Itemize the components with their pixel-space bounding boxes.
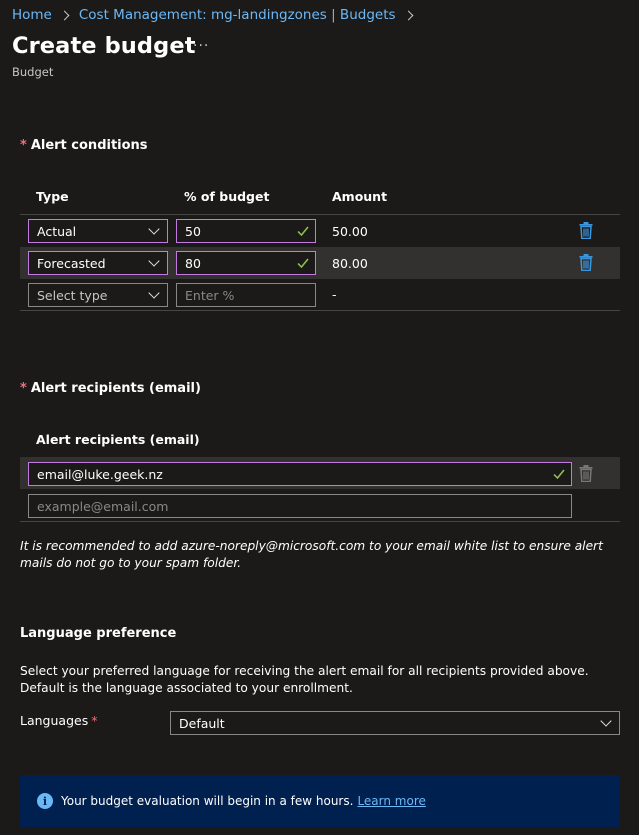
info-text: Your budget evaluation will begin in a f… bbox=[61, 794, 354, 808]
column-header-recipients: Alert recipients (email) bbox=[36, 432, 200, 447]
check-icon bbox=[297, 226, 309, 237]
percent-input-new[interactable] bbox=[176, 283, 316, 307]
page-subtitle: Budget bbox=[12, 65, 54, 79]
info-message-bar: i Your budget evaluation will begin in a… bbox=[20, 775, 620, 827]
type-value: Forecasted bbox=[37, 255, 106, 271]
type-dropdown-new[interactable]: Select type bbox=[28, 283, 168, 307]
chevron-right-icon bbox=[59, 10, 70, 20]
type-value: Actual bbox=[37, 223, 77, 239]
more-options-icon[interactable]: ··· bbox=[193, 38, 209, 54]
chevron-down-icon bbox=[148, 223, 160, 235]
percent-input-row-2[interactable] bbox=[176, 251, 316, 275]
alert-conditions-heading: * Alert conditions bbox=[20, 138, 148, 153]
alert-recipients-heading: * Alert recipients (email) bbox=[20, 381, 201, 396]
column-header-type: Type bbox=[36, 189, 69, 204]
table-divider bbox=[20, 214, 620, 215]
trash-icon[interactable] bbox=[579, 254, 593, 271]
type-dropdown-row-2[interactable]: Forecasted bbox=[28, 251, 168, 275]
languages-label-text: Languages bbox=[20, 713, 89, 728]
trash-icon[interactable] bbox=[579, 222, 593, 239]
language-description: Select your preferred language for recei… bbox=[20, 664, 589, 695]
languages-value: Default bbox=[179, 715, 225, 731]
page-title: Create budget bbox=[12, 33, 196, 59]
required-marker: * bbox=[20, 381, 27, 396]
breadcrumb-home[interactable]: Home bbox=[12, 7, 52, 23]
trash-icon[interactable] bbox=[579, 465, 593, 482]
alert-recipients-title: Alert recipients (email) bbox=[30, 381, 201, 396]
languages-dropdown[interactable]: Default bbox=[170, 711, 620, 735]
type-placeholder: Select type bbox=[37, 287, 108, 303]
breadcrumb-budgets[interactable]: Cost Management: mg-landingzones | Budge… bbox=[79, 7, 396, 23]
email-input-new[interactable] bbox=[28, 494, 572, 518]
info-icon: i bbox=[37, 793, 53, 809]
column-header-percent: % of budget bbox=[184, 189, 270, 204]
table-divider bbox=[20, 310, 620, 311]
languages-label: Languages * bbox=[20, 713, 101, 728]
check-icon bbox=[553, 469, 565, 480]
chevron-down-icon bbox=[600, 715, 612, 727]
chevron-down-icon bbox=[148, 287, 160, 299]
type-dropdown-row-1[interactable]: Actual bbox=[28, 219, 168, 243]
percent-input-row-1[interactable] bbox=[176, 219, 316, 243]
amount-new: - bbox=[332, 287, 337, 302]
table-divider bbox=[20, 521, 620, 522]
email-input-1[interactable] bbox=[28, 462, 572, 486]
amount-row-2: 80.00 bbox=[332, 256, 368, 271]
required-marker: * bbox=[20, 138, 27, 153]
breadcrumb: Home Cost Management: mg-landingzones | … bbox=[12, 5, 423, 25]
language-heading: Language preference bbox=[20, 626, 177, 641]
chevron-down-icon bbox=[148, 255, 160, 267]
whitelist-note: It is recommended to add azure-noreply@m… bbox=[20, 539, 603, 570]
chevron-right-icon bbox=[403, 10, 413, 20]
amount-row-1: 50.00 bbox=[332, 224, 368, 239]
alert-conditions-title: Alert conditions bbox=[30, 138, 148, 153]
column-header-amount: Amount bbox=[332, 189, 388, 204]
learn-more-link[interactable]: Learn more bbox=[357, 794, 425, 808]
required-marker: * bbox=[91, 713, 98, 728]
check-icon bbox=[297, 258, 309, 269]
